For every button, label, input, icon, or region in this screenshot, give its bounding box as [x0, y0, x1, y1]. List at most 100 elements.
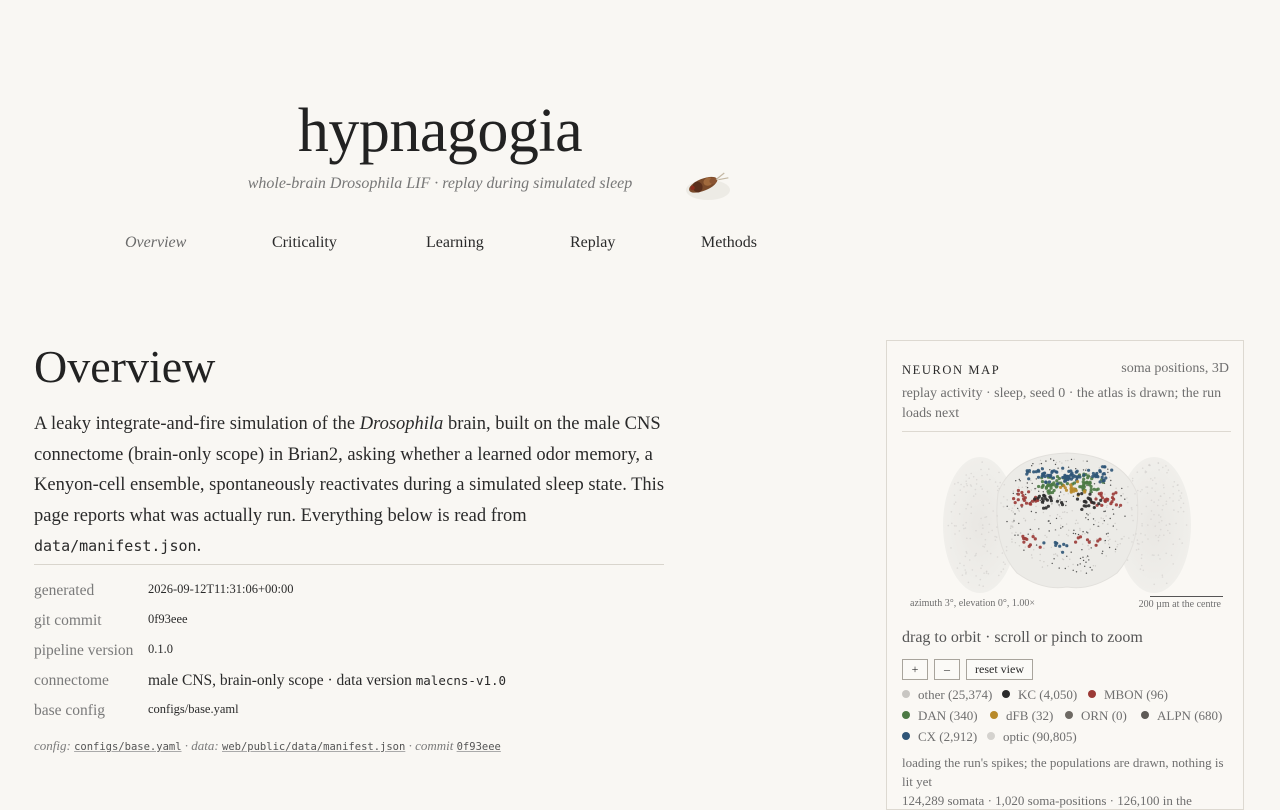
soma-dot — [978, 584, 981, 586]
soma-dot — [1136, 471, 1139, 473]
soma-dot — [1132, 519, 1134, 522]
soma-dot — [981, 564, 983, 567]
soma-dot — [1002, 568, 1005, 570]
soma-dot — [1091, 471, 1095, 476]
soma-dot — [1058, 544, 1062, 548]
soma-dot — [964, 555, 967, 558]
soma-dot — [1040, 480, 1045, 484]
soma-dot — [985, 516, 988, 518]
soma-dot — [981, 461, 983, 463]
nav-replay[interactable]: Replay — [570, 234, 615, 252]
soma-dot — [1141, 488, 1143, 491]
soma-dot — [1012, 497, 1016, 501]
config-link[interactable]: configs/base.yaml — [74, 741, 181, 753]
soma-dot — [1057, 502, 1059, 505]
main-nav: Overview Criticality Learning Replay Met… — [0, 234, 880, 258]
soma-dot — [988, 468, 990, 470]
soma-dot — [1141, 525, 1143, 527]
soma-dot — [980, 533, 983, 535]
soma-dot — [1079, 557, 1082, 560]
soma-dot — [1141, 554, 1143, 556]
soma-dot — [1030, 554, 1033, 556]
fly-logo-icon — [686, 172, 730, 200]
soma-dot — [1101, 472, 1105, 476]
divider — [34, 564, 664, 565]
soma-dot — [1157, 554, 1160, 556]
soma-dot — [1157, 462, 1160, 464]
nav-learning[interactable]: Learning — [426, 234, 484, 252]
soma-dot — [1019, 480, 1021, 482]
soma-dot — [1040, 485, 1044, 489]
soma-dot — [1176, 484, 1179, 486]
soma-dot — [1100, 475, 1104, 479]
soma-dot — [1046, 565, 1049, 567]
soma-dot — [1108, 543, 1110, 545]
scale-label: 200 µm at the centre — [1138, 599, 1221, 610]
soma-dot — [953, 494, 956, 497]
soma-dot — [1038, 463, 1041, 465]
soma-dot — [966, 484, 968, 487]
soma-dot — [1011, 510, 1013, 512]
legend-dot — [1088, 690, 1096, 698]
zoom-in-button[interactable]: + — [902, 659, 928, 680]
soma-dot — [967, 581, 970, 584]
soma-dot — [989, 552, 992, 555]
soma-dot — [1102, 522, 1104, 525]
soma-dot — [1118, 506, 1120, 508]
soma-dot — [1039, 553, 1041, 556]
soma-dot — [1096, 487, 1100, 491]
soma-dot — [1023, 549, 1025, 551]
soma-dot — [1063, 479, 1067, 483]
soma-dot — [1055, 479, 1059, 483]
soma-dot — [1086, 484, 1088, 487]
soma-dot — [979, 578, 982, 581]
nav-overview[interactable]: Overview — [125, 234, 186, 252]
legend-dot — [1141, 711, 1149, 719]
meta-row-config: base config configs/base.yaml — [34, 698, 674, 728]
soma-dot — [954, 501, 957, 503]
soma-dot — [1072, 532, 1075, 535]
soma-dot — [965, 521, 967, 524]
soma-dot — [1155, 534, 1157, 537]
soma-dot — [1140, 564, 1143, 567]
soma-dot — [1142, 569, 1145, 572]
soma-dot — [1033, 497, 1037, 501]
soma-dot — [1070, 551, 1072, 553]
soma-dot — [1013, 501, 1017, 505]
zoom-out-button[interactable]: – — [934, 659, 960, 680]
soma-dot — [1018, 510, 1020, 512]
soma-dot — [1067, 459, 1069, 462]
soma-dot — [1093, 483, 1096, 485]
soma-dot — [1060, 517, 1063, 520]
soma-dot — [1025, 469, 1029, 473]
soma-dot — [1022, 540, 1026, 544]
soma-dot — [1101, 552, 1103, 555]
soma-dot — [966, 552, 968, 554]
soma-dot — [1098, 537, 1102, 541]
soma-dot — [1085, 538, 1090, 542]
soma-dot — [974, 488, 977, 491]
soma-dot — [1066, 474, 1071, 479]
soma-dot — [1006, 505, 1008, 507]
legend-cx: CX (2,912) — [902, 729, 977, 745]
soma-dot — [1172, 493, 1175, 495]
soma-dot — [950, 511, 953, 513]
soma-dot — [1053, 459, 1055, 462]
soma-dot — [1124, 515, 1126, 517]
soma-dot — [965, 573, 967, 575]
soma-dot — [1155, 482, 1157, 485]
commit-link[interactable]: 0f93eee — [457, 741, 501, 753]
data-link[interactable]: web/public/data/manifest.json — [222, 741, 405, 753]
soma-dot — [1153, 501, 1155, 503]
soma-dot — [1089, 487, 1093, 492]
neuron-map-canvas[interactable] — [902, 445, 1231, 615]
soma-dot — [1056, 555, 1059, 557]
soma-dot — [1150, 499, 1153, 502]
soma-dot — [1105, 515, 1107, 517]
reset-view-button[interactable]: reset view — [966, 659, 1033, 680]
nav-methods[interactable]: Methods — [701, 234, 757, 252]
soma-dot — [1006, 499, 1008, 501]
soma-dot — [1168, 523, 1171, 525]
nav-criticality[interactable]: Criticality — [272, 234, 337, 252]
soma-dot — [1181, 542, 1183, 544]
